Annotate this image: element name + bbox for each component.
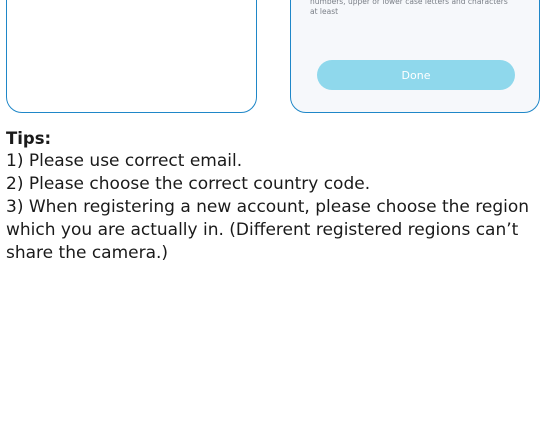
tip-item: 3) When registering a new account, pleas…: [6, 197, 530, 263]
password-hint: numbers, upper or lower case letters and…: [310, 0, 508, 16]
phone-screenshot-left: [6, 0, 257, 113]
tips-title: Tips:: [6, 129, 52, 148]
done-button[interactable]: Done: [317, 60, 515, 90]
phone-screenshot-right: numbers, upper or lower case letters and…: [290, 0, 540, 113]
tip-item: 1) Please use correct email.: [6, 151, 243, 171]
tips-section: Tips: 1) Please use correct email. 2) Pl…: [6, 128, 540, 265]
tip-item: 2) Please choose the correct country cod…: [6, 174, 371, 194]
